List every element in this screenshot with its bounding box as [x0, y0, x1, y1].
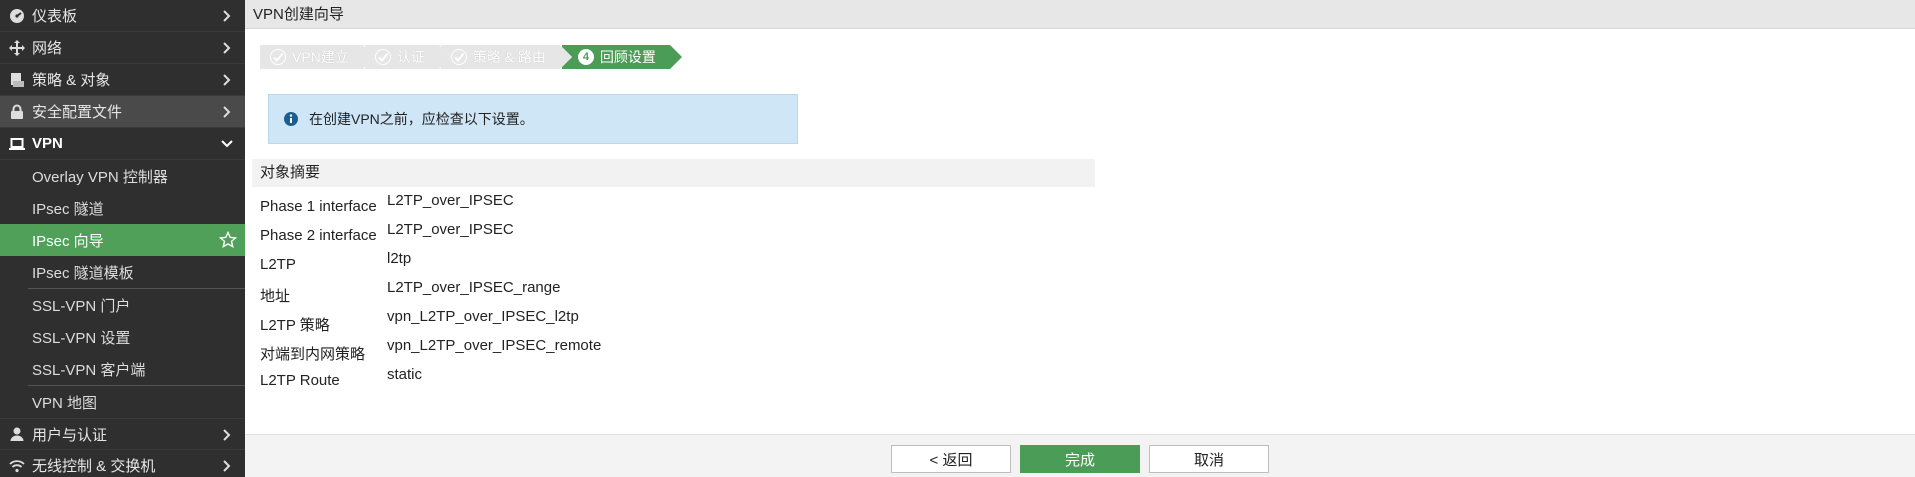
sidebar-subitem-ipsec-wizard[interactable]: IPsec 向导: [0, 224, 245, 256]
summary-section-header: 对象摘要: [252, 159, 1095, 187]
sidebar-item-label: 用户与认证: [32, 426, 108, 444]
sidebar-subitem-sslvpn-portals[interactable]: SSL-VPN 门户: [0, 289, 245, 321]
page-title-bar: VPN创建向导: [245, 0, 1915, 29]
info-icon: [284, 112, 298, 126]
summary-key: L2TP Route: [260, 372, 340, 389]
sidebar-subitem-label: SSL-VPN 设置: [32, 329, 131, 347]
chevron-right-icon: [223, 460, 231, 472]
check-circle-icon: [450, 49, 467, 65]
step-number-badge: 4: [577, 49, 594, 65]
sidebar-item-network[interactable]: 网络: [0, 32, 245, 64]
back-button[interactable]: < 返回: [891, 445, 1011, 473]
summary-value: vpn_L2TP_over_IPSEC_remote: [387, 337, 602, 354]
chevron-right-icon: [223, 74, 231, 86]
summary-value: l2tp: [387, 250, 412, 267]
summary-key: Phase 1 interface: [260, 198, 377, 215]
network-icon: [8, 39, 26, 57]
sidebar-item-vpn[interactable]: VPN: [0, 128, 245, 160]
sidebar-subitem-label: SSL-VPN 门户: [32, 297, 131, 315]
wizard-step-label: 回顾设置: [599, 49, 656, 65]
user-icon: [8, 425, 26, 443]
sidebar-subitem-label: IPsec 隧道模板: [32, 264, 134, 282]
wizard-footer: < 返回 完成 取消: [245, 434, 1915, 477]
check-circle-icon: [270, 49, 286, 65]
wizard-content: VPN建立 认证 策略 & 路由 4 回顾设置 在创建VPN之前，应检查以下设置…: [245, 29, 1915, 434]
summary-key: L2TP 策略: [260, 317, 330, 334]
finish-button[interactable]: 完成: [1020, 445, 1140, 473]
sidebar-subitem-label: IPsec 隧道: [32, 200, 104, 218]
sidebar-subitem-sslvpn-clients[interactable]: SSL-VPN 客户端: [0, 353, 245, 385]
laptop-icon: [8, 135, 26, 153]
summary-value: vpn_L2TP_over_IPSEC_l2tp: [387, 308, 579, 325]
sidebar-item-policy[interactable]: 策略 & 对象: [0, 64, 245, 96]
chevron-right-icon: [223, 429, 231, 441]
summary-key: 地址: [260, 288, 291, 305]
wizard-steps: VPN建立 认证 策略 & 路由 4 回顾设置: [260, 45, 682, 69]
wizard-step-label: 策略 & 路由: [472, 49, 546, 65]
sidebar-item-label: 仪表板: [32, 8, 78, 25]
sidebar-subitem-vpn-map[interactable]: VPN 地图: [0, 386, 245, 418]
lock-icon: [8, 103, 26, 121]
sidebar-subitem-label: IPsec 向导: [32, 232, 104, 250]
summary-title: 对象摘要: [260, 164, 321, 181]
summary-key: L2TP: [260, 256, 296, 273]
sidebar-item-wifi-switch[interactable]: 无线控制 & 交换机: [0, 450, 245, 477]
cancel-button[interactable]: 取消: [1149, 445, 1269, 473]
chevron-right-icon: [223, 106, 231, 118]
sidebar-item-label: 安全配置文件: [32, 104, 123, 121]
sidebar-subitem-label: Overlay VPN 控制器: [32, 168, 168, 186]
check-circle-icon: [374, 49, 391, 65]
wizard-step-label: VPN建立: [292, 49, 349, 65]
wizard-step-policy-routing: 策略 & 路由: [438, 45, 573, 69]
chevron-right-icon: [223, 42, 231, 54]
sidebar-item-user-auth[interactable]: 用户与认证: [0, 418, 245, 450]
sidebar-item-security-profiles[interactable]: 安全配置文件: [0, 96, 245, 128]
wizard-step-review: 4 回顾设置: [559, 45, 682, 69]
summary-value: L2TP_over_IPSEC_range: [387, 279, 561, 296]
wizard-step-authentication: 认证: [362, 45, 451, 69]
info-message-text: 在创建VPN之前，应检查以下设置。: [309, 111, 534, 127]
info-message-box: 在创建VPN之前，应检查以下设置。: [268, 94, 798, 144]
sidebar-subitem-overlay-vpn[interactable]: Overlay VPN 控制器: [0, 160, 245, 192]
chevron-down-icon: [221, 140, 233, 148]
wifi-icon: [8, 457, 26, 475]
summary-value: L2TP_over_IPSEC: [387, 192, 514, 209]
sidebar-item-label: 策略 & 对象: [32, 72, 111, 89]
summary-value: static: [387, 366, 423, 383]
star-icon[interactable]: [219, 231, 237, 249]
sidebar-subitem-ipsec-tunnels[interactable]: IPsec 隧道: [0, 192, 245, 224]
sidebar-subitem-sslvpn-settings[interactable]: SSL-VPN 设置: [0, 321, 245, 353]
chevron-right-icon: [223, 10, 231, 22]
sidebar-subitem-label: SSL-VPN 客户端: [32, 361, 146, 379]
page-title: VPN创建向导: [253, 6, 344, 23]
summary-key: Phase 2 interface: [260, 227, 377, 244]
policy-icon: [8, 71, 26, 89]
sidebar-subitem-ipsec-templates[interactable]: IPsec 隧道模板: [0, 256, 245, 288]
sidebar-item-dashboard[interactable]: 仪表板: [0, 0, 245, 32]
wizard-step-vpn-setup: VPN建立: [260, 45, 375, 69]
sidebar-item-label: 无线控制 & 交换机: [32, 458, 156, 475]
sidebar-item-label: 网络: [32, 40, 63, 57]
wizard-step-label: 认证: [396, 49, 425, 65]
sidebar-subitem-label: VPN 地图: [32, 394, 98, 412]
summary-value: L2TP_over_IPSEC: [387, 221, 514, 238]
summary-key: 对端到内网策略: [260, 346, 366, 363]
dashboard-icon: [8, 7, 26, 25]
sidebar: 仪表板 网络 策略 & 对象 安全配置文件 VPN Overlay VPN 控制…: [0, 0, 245, 477]
sidebar-item-label: VPN: [32, 135, 63, 152]
